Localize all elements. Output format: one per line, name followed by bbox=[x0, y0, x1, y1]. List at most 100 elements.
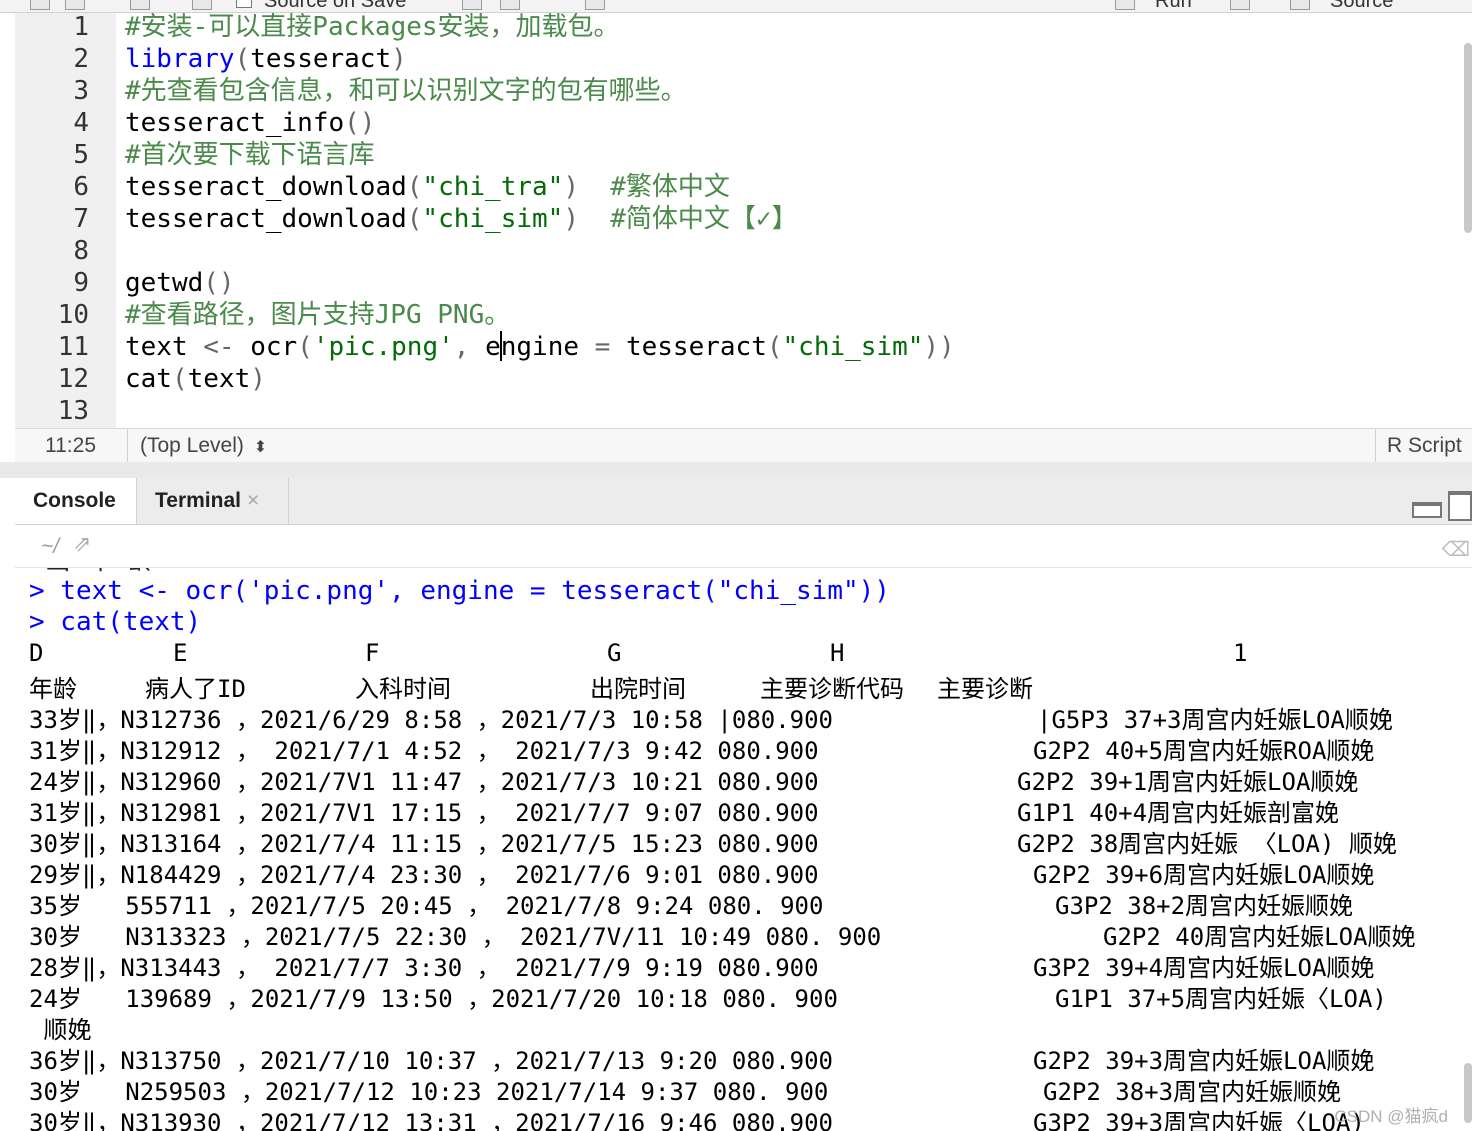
scope-selector[interactable]: (Top Level) ⬍ bbox=[140, 434, 267, 458]
ocr-row-diagnosis: G2P2 40周宫内妊娠LOA顺娩 bbox=[1103, 923, 1416, 951]
code-token: tesseract bbox=[610, 332, 767, 362]
code-line[interactable]: text <- ocr('pic.png', engine = tesserac… bbox=[125, 331, 955, 363]
code-token: ( bbox=[406, 204, 423, 234]
ocr-row-diagnosis: G2P2 39+6周宫内妊娠LOA顺娩 bbox=[1033, 861, 1375, 889]
ocr-row-diagnosis: G2P2 38+3周宫内妊娠顺娩 bbox=[1043, 1078, 1342, 1106]
code-line[interactable]: #安装-可以直接Packages安装，加载包。 bbox=[125, 13, 620, 43]
tab-terminal-label: Terminal bbox=[155, 489, 241, 512]
line-number: 9 bbox=[73, 268, 89, 298]
rerun-icon[interactable] bbox=[1230, 0, 1250, 10]
ocr-row-left: 30岁 N313323 ，2021/7/5 22:30 ， 2021/7V/11… bbox=[29, 923, 882, 951]
code-token: ) bbox=[391, 44, 407, 74]
code-token: #安装-可以直接Packages安装，加载包。 bbox=[125, 13, 620, 42]
editor-toolbar: Source on Save Run Source bbox=[0, 0, 1472, 13]
code-token: tesseract_download bbox=[125, 204, 407, 234]
ocr-row-diagnosis: G2P2 39+3周宫内妊娠LOA顺娩 bbox=[1033, 1047, 1375, 1075]
code-token: #查看路径，图片支持JPG PNG。 bbox=[125, 300, 511, 330]
code-editor[interactable]: 1 #安装-可以直接Packages安装，加载包。 2 library(tessera… bbox=[15, 13, 1472, 428]
back-arrow-icon[interactable] bbox=[30, 0, 50, 10]
ocr-row-left: 24岁 139689 ，2021/7/9 13:50 ，2021/7/20 10… bbox=[29, 985, 838, 1013]
console-path-bar: ~/ ⇗ ⌫ bbox=[15, 525, 1472, 568]
code-token: = bbox=[594, 332, 611, 362]
editor-scrollbar[interactable] bbox=[1464, 43, 1472, 233]
line-number: 13 bbox=[57, 396, 89, 426]
code-line[interactable]: #首次要下载下语言库 bbox=[125, 139, 375, 171]
line-number: 6 bbox=[73, 172, 89, 202]
code-token: text bbox=[187, 364, 251, 394]
console-output[interactable]: 出 年 龄 > text <- ocr('pic.png', engine = … bbox=[15, 568, 1472, 1131]
line-number: 2 bbox=[73, 44, 89, 74]
pane-splitter[interactable] bbox=[0, 462, 1472, 478]
code-line[interactable]: getwd() bbox=[125, 267, 235, 299]
line-number: 12 bbox=[57, 364, 89, 394]
column-header: 主要诊断代码 bbox=[760, 675, 904, 703]
ocr-row-left: 顺娩 bbox=[29, 1016, 92, 1044]
code-token: "chi_tra" bbox=[422, 172, 564, 202]
ocr-row-diagnosis: |G5P3 37+3周宫内妊娠LOA顺娩 bbox=[1037, 706, 1393, 734]
compile-icon[interactable] bbox=[500, 0, 520, 10]
code-token: cat bbox=[125, 364, 172, 394]
line-number: 1 bbox=[73, 13, 89, 42]
code-line[interactable]: tesseract_download("chi_sim") #简体中文【✓】 bbox=[125, 203, 798, 235]
console-command: > text <- ocr('pic.png', engine = tesser… bbox=[29, 576, 890, 606]
editor-status-bar: 11:25 (Top Level) ⬍ R Script bbox=[15, 428, 1472, 463]
column-letter: G bbox=[607, 639, 622, 667]
show-in-window-icon[interactable] bbox=[130, 0, 150, 10]
source-icon[interactable] bbox=[1290, 0, 1310, 10]
status-divider bbox=[127, 429, 128, 462]
close-icon[interactable]: × bbox=[247, 489, 259, 512]
ocr-row-diagnosis: G3P2 38+2周宫内妊娠顺娩 bbox=[1055, 892, 1354, 920]
source-on-save-checkbox[interactable] bbox=[236, 0, 252, 8]
minimize-pane-icon[interactable] bbox=[1412, 502, 1442, 518]
code-line[interactable]: tesseract_download("chi_tra") #繁体中文 bbox=[125, 171, 730, 203]
column-letter: H bbox=[830, 639, 845, 667]
run-icon[interactable] bbox=[1115, 0, 1135, 10]
console-scrollbar[interactable] bbox=[1464, 1063, 1472, 1123]
ocr-row-left: 30岁‖，N313930 ，2021/7/12 13:31 ，2021/7/16… bbox=[29, 1109, 834, 1131]
save-icon[interactable] bbox=[192, 0, 212, 10]
file-type-selector[interactable]: R Script bbox=[1387, 434, 1462, 458]
magic-wand-icon[interactable] bbox=[462, 0, 482, 10]
ocr-row-diagnosis: G2P2 39+1周宫内妊娠LOA顺娩 bbox=[1017, 768, 1359, 796]
code-token: ( bbox=[297, 332, 313, 362]
go-to-directory-icon[interactable]: ⇗ bbox=[73, 531, 91, 557]
code-line[interactable]: cat(text) bbox=[125, 363, 266, 395]
source-button[interactable]: Source bbox=[1330, 0, 1393, 12]
ocr-row-diagnosis: G2P2 38周宫内妊娠 〈LOA) 顺娩 bbox=[1017, 830, 1397, 858]
code-token: 'pic.png' bbox=[312, 332, 454, 362]
line-number: 11 bbox=[57, 332, 89, 362]
run-button[interactable]: Run bbox=[1155, 0, 1192, 12]
tab-terminal[interactable]: Terminal × bbox=[137, 478, 289, 524]
code-line[interactable]: library(tesseract) bbox=[125, 43, 407, 75]
tab-console[interactable]: Console bbox=[15, 478, 137, 524]
code-token: )) bbox=[923, 332, 955, 362]
code-token: getwd bbox=[125, 268, 204, 298]
code-line[interactable]: #查看路径，图片支持JPG PNG。 bbox=[125, 299, 510, 331]
code-token: tesseract_download bbox=[125, 172, 407, 202]
code-token: tesseract bbox=[250, 44, 392, 74]
code-token: <- bbox=[203, 332, 235, 362]
code-line[interactable]: #先查看包含信息，和可以识别文字的包有哪些。 bbox=[125, 75, 687, 107]
forward-arrow-icon[interactable] bbox=[65, 0, 85, 10]
cursor-position: 11:25 bbox=[45, 434, 96, 457]
code-token: , bbox=[453, 332, 486, 362]
code-token: #首次要下载下语言库 bbox=[125, 140, 375, 170]
column-header: 主要诊断 bbox=[937, 675, 1033, 703]
code-token: ) bbox=[563, 172, 579, 202]
clear-console-icon[interactable]: ⌫ bbox=[1442, 537, 1470, 562]
code-line[interactable]: tesseract_info() bbox=[125, 107, 375, 139]
source-on-save-label: Source on Save bbox=[264, 0, 407, 12]
line-number: 10 bbox=[57, 300, 89, 330]
column-letter: F bbox=[365, 639, 380, 667]
code-token: ( bbox=[406, 172, 423, 202]
code-token: ocr bbox=[234, 332, 298, 362]
maximize-pane-icon[interactable] bbox=[1448, 491, 1472, 521]
column-header: 病人了ID bbox=[145, 675, 246, 703]
tab-console-label: Console bbox=[33, 489, 116, 512]
status-divider bbox=[1375, 429, 1376, 462]
ocr-row-left: 31岁‖，N312912 ， 2021/7/1 4:52 ， 2021/7/3 … bbox=[29, 737, 819, 765]
ocr-row-left: 29岁‖，N184429 ，2021/7/4 23:30 ， 2021/7/6 … bbox=[29, 861, 819, 889]
code-token: ) bbox=[250, 364, 266, 394]
report-icon[interactable] bbox=[585, 0, 605, 10]
ocr-row-diagnosis: G3P2 39+3周宫内妊娠〈LOA) bbox=[1033, 1109, 1365, 1131]
